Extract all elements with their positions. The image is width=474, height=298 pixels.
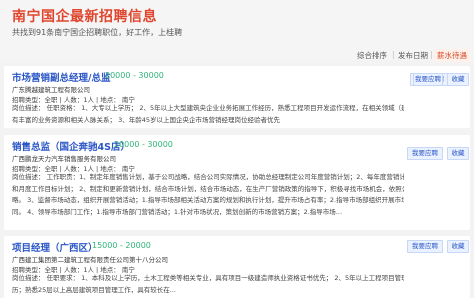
description-line: 岗位描述： 任职资格： 1、大专以上学历； 2、5年以上大型建筑央企业业务拓展工… xyxy=(12,104,404,112)
job-card: 项目经理（广西区） 15000 - 20000 广西建工集团第二建筑工程有限责任… xyxy=(4,236,470,298)
job-description: 岗位描述： 工作职责：1、制定年度销售计划，基于公司战略，结合公司实际情况，协助… xyxy=(12,172,404,218)
apply-button[interactable]: 我要应聘 xyxy=(407,240,443,253)
description-line: 岗位描述： 任职要求： 1、本科及以上学历，土木工程类等相关专业，具有项目一级建… xyxy=(12,274,404,282)
description-line: 略。 3、监督市场动态，组织开展营销活动；1.指导市场部相关活动方案的规划和执行… xyxy=(12,196,404,204)
page-title: 南宁国企最新招聘信息 xyxy=(12,9,157,25)
collect-button[interactable]: 收藏 xyxy=(447,147,469,160)
job-title[interactable]: 销售总监（国企奔驰4S店） xyxy=(12,139,130,153)
collect-button[interactable]: 收藏 xyxy=(447,73,469,86)
sort-publish-date[interactable]: 发布日期 xyxy=(398,50,428,61)
apply-button[interactable]: 我要应聘 xyxy=(407,147,443,160)
page-subtitle: 共找到91条南宁国企招聘职位，好工作，上桂聘 xyxy=(12,28,183,37)
job-salary: 15000 - 20000 xyxy=(92,241,151,250)
job-salary: 20000 - 30000 xyxy=(114,140,173,149)
job-description: 岗位描述： 任职要求： 1、本科及以上学历，土木工程类等相关专业，具有项目一级建… xyxy=(12,273,404,296)
job-company[interactable]: 广西建工集团第二建筑工程有限责任公司第十八分公司 xyxy=(12,254,168,264)
description-line: 同。 4、领导市场部门工作；1.指导市场部门营销活动；1.针对市场状况，策划创新… xyxy=(12,207,343,216)
job-card: 销售总监（国企奔驰4S店） 20000 - 30000 广西鹏龙天力汽车销售服务… xyxy=(4,135,470,230)
sort-bar: 综合排序 | 发布日期 | 薪水待遇 xyxy=(0,46,474,66)
sort-divider: | xyxy=(430,50,433,59)
collect-button[interactable]: 收藏 xyxy=(447,240,469,253)
sort-comprehensive[interactable]: 综合排序 xyxy=(357,50,387,61)
job-company[interactable]: 广西鹏龙天力汽车销售服务有限公司 xyxy=(12,153,116,163)
apply-button[interactable]: 我要应聘 xyxy=(413,73,443,86)
description-line: 历；熟悉25层以上高层建筑项目管理工作，具有较长在... xyxy=(12,285,176,294)
job-card: 市场营销副总经理/总监 20000 - 30000 广东腾越建筑工程有限公司 招… xyxy=(4,66,470,128)
sort-salary[interactable]: 薪水待遇 xyxy=(434,49,470,62)
job-salary: 20000 - 30000 xyxy=(105,71,164,80)
description-line: 岗位描述： 工作职责：1、制定年度销售计划，基于公司战略，结合公司实际情况，协助… xyxy=(12,173,404,181)
job-description: 岗位描述： 任职资格： 1、大专以上学历； 2、5年以上大型建筑央企业业务拓展工… xyxy=(12,103,404,126)
job-company[interactable]: 广东腾越建筑工程有限公司 xyxy=(12,84,90,94)
job-title[interactable]: 市场营销副总经理/总监 xyxy=(12,70,110,84)
job-title[interactable]: 项目经理（广西区） xyxy=(12,240,98,254)
description-line: 有丰富的业务资源和相关人脉关系； 3、年龄45岁以上国企央企市场营销经理岗位经验… xyxy=(12,115,280,124)
sort-divider: | xyxy=(392,50,395,59)
description-line: 和月度工作目标计划； 2、制定和更新营销计划，结合市场计划，结合市场动态，在生产… xyxy=(12,184,404,193)
